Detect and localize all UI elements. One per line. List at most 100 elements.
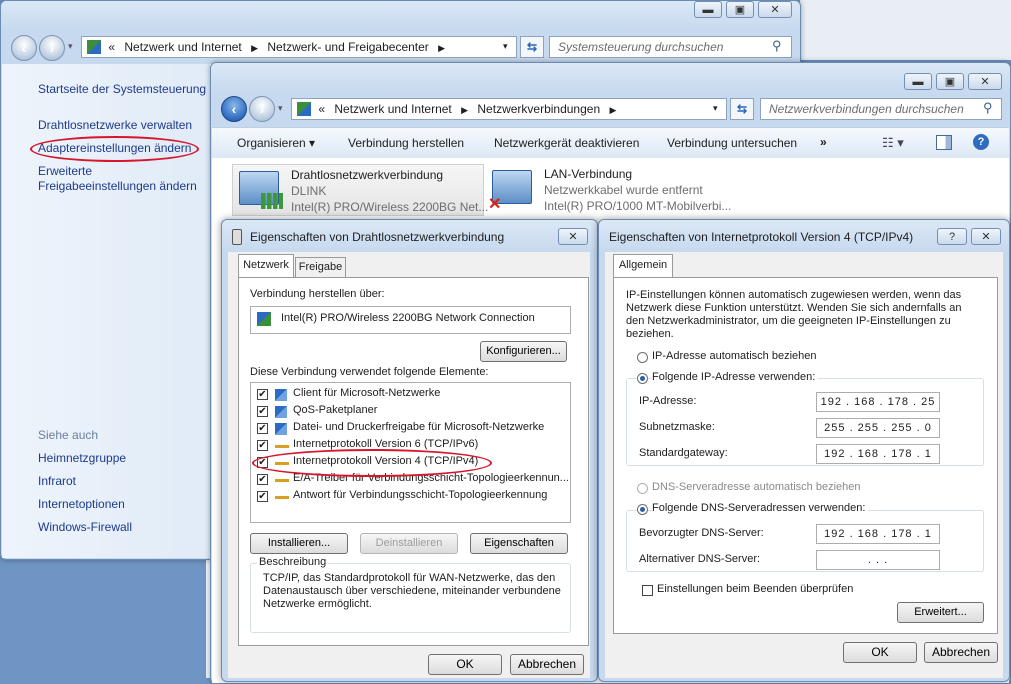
tab-network[interactable]: Netzwerk <box>238 254 294 278</box>
see-also-firewall[interactable]: Windows-Firewall <box>38 520 132 534</box>
list-item-label: Antwort für Verbindungsschicht-Topologie… <box>293 489 548 501</box>
qos-icon <box>275 406 287 418</box>
close-button[interactable]: ✕ <box>968 73 1002 90</box>
close-button[interactable]: ✕ <box>971 228 1001 245</box>
annotation-circle-ipv4 <box>252 449 492 477</box>
ok-button[interactable]: OK <box>428 654 502 675</box>
client-icon <box>275 389 287 401</box>
see-also-internet-options[interactable]: Internetoptionen <box>38 497 125 511</box>
chevron-down-icon[interactable]: ▾ <box>68 41 73 52</box>
dns-manual-radio[interactable] <box>637 504 648 515</box>
ipv4-properties-dialog: Eigenschaften von Internetprotokoll Vers… <box>598 219 1010 682</box>
address-dropdown-icon[interactable]: ▾ <box>503 41 508 52</box>
address-bar[interactable]: « Netzwerk und Internet ▶ Netzwerk- und … <box>81 36 517 58</box>
alternate-dns-label: Alternativer DNS-Server: <box>639 553 761 565</box>
properties-button[interactable]: Eigenschaften <box>470 533 568 554</box>
diagnose-button[interactable]: Verbindung untersuchen <box>667 136 797 150</box>
minimize-button[interactable]: ▬ <box>694 1 722 18</box>
sidebar-home-link[interactable]: Startseite der Systemsteuerung <box>38 82 206 96</box>
sidebar-wireless-link[interactable]: Drahtlosnetzwerke verwalten <box>38 118 192 132</box>
uninstall-button[interactable]: Deinstallieren <box>360 533 458 554</box>
ip-auto-radio[interactable] <box>637 352 648 363</box>
validate-checkbox[interactable] <box>642 585 653 596</box>
checkbox-checked[interactable]: ✔ <box>257 474 268 485</box>
back-button[interactable]: ‹ <box>11 35 37 61</box>
refresh-button[interactable]: ⇆ <box>730 98 754 120</box>
breadcrumb-network[interactable]: Netzwerk und Internet <box>124 40 241 54</box>
alternate-dns-field[interactable]: . . . <box>816 550 940 570</box>
breadcrumb-network[interactable]: Netzwerk und Internet <box>334 102 451 116</box>
list-item-label: QoS-Paketplaner <box>293 404 378 416</box>
search-input[interactable]: Systemsteuerung durchsuchen <box>549 36 792 58</box>
connect-button[interactable]: Verbindung herstellen <box>348 136 464 150</box>
see-also-homegroup[interactable]: Heimnetzgruppe <box>38 451 126 465</box>
search-icon[interactable]: ⚲ <box>772 38 782 54</box>
see-also-infrared[interactable]: Infrarot <box>38 474 76 488</box>
organize-menu[interactable]: Organisieren ▾ <box>237 136 315 150</box>
ip-address-field[interactable]: 192 . 168 . 178 . 25 <box>816 392 940 412</box>
protocol-icon <box>275 496 289 499</box>
breadcrumb-center[interactable]: Netzwerk- und Freigabecenter <box>267 40 428 54</box>
protocol-icon <box>275 479 289 482</box>
advanced-button[interactable]: Erweitert... <box>897 602 984 623</box>
connect-using-label: Verbindung herstellen über: <box>250 288 385 300</box>
refresh-button[interactable]: ⇆ <box>520 36 544 58</box>
tab-sharing[interactable]: Freigabe <box>295 257 346 277</box>
disable-device-button[interactable]: Netzwerkgerät deaktivieren <box>494 136 639 150</box>
breadcrumb-sep-icon: ▶ <box>609 105 617 115</box>
adapter-box: Intel(R) PRO/Wireless 2200BG Network Con… <box>250 306 571 334</box>
protocol-icon <box>275 445 289 448</box>
dialog-body: Allgemein IP-Einstellungen können automa… <box>605 252 1003 678</box>
validate-label[interactable]: Einstellungen beim Beenden überprüfen <box>657 583 853 595</box>
close-button[interactable]: ✕ <box>758 1 792 18</box>
address-dropdown-icon[interactable]: ▾ <box>713 103 718 114</box>
adapter-lan-device: Intel(R) PRO/1000 MT-Mobilverbi... <box>544 199 732 213</box>
install-button[interactable]: Installieren... <box>250 533 348 554</box>
configure-button[interactable]: Konfigurieren... <box>480 341 567 362</box>
forward-button[interactable]: › <box>39 35 65 61</box>
ip-manual-radio[interactable] <box>637 373 648 384</box>
sidebar-advanced-link-line2[interactable]: Freigabeeinstellungen ändern <box>38 179 197 193</box>
chevron-down-icon[interactable]: ▾ <box>278 103 283 114</box>
adapter-wlan[interactable]: Drahtlosnetzwerkverbindung DLINK Intel(R… <box>232 164 488 216</box>
dns-manual-label[interactable]: Folgende DNS-Serveradressen verwenden: <box>652 502 869 514</box>
command-bar: Organisieren ▾ Verbindung herstellen Net… <box>212 127 1009 159</box>
dns-auto-label[interactable]: DNS-Serveradresse automatisch beziehen <box>652 481 861 493</box>
help-icon[interactable]: ? <box>973 134 989 150</box>
dns-auto-radio[interactable] <box>637 483 648 494</box>
gateway-label: Standardgateway: <box>639 447 728 459</box>
items-label: Diese Verbindung verwendet folgende Elem… <box>250 366 489 378</box>
checkbox-checked[interactable]: ✔ <box>257 389 268 400</box>
address-bar[interactable]: « Netzwerk und Internet ▶ Netzwerkverbin… <box>291 98 727 120</box>
maximize-button[interactable]: ▣ <box>936 73 964 90</box>
checkbox-checked[interactable]: ✔ <box>257 491 268 502</box>
control-panel-icon <box>87 40 101 54</box>
sidebar-advanced-link-line1[interactable]: Erweiterte <box>38 164 92 178</box>
forward-button[interactable]: › <box>249 96 275 122</box>
minimize-button[interactable]: ▬ <box>904 73 932 90</box>
tab-general[interactable]: Allgemein <box>613 254 673 278</box>
breadcrumb-connections[interactable]: Netzwerkverbindungen <box>477 102 600 116</box>
checkbox-checked[interactable]: ✔ <box>257 406 268 417</box>
close-button[interactable]: ✕ <box>558 228 588 245</box>
view-options-icon[interactable]: ☷ ▾ <box>882 135 904 151</box>
ip-auto-label[interactable]: IP-Adresse automatisch beziehen <box>652 350 816 362</box>
gateway-field[interactable]: 192 . 168 . 178 . 1 <box>816 444 940 464</box>
preferred-dns-field[interactable]: 192 . 168 . 178 . 1 <box>816 524 940 544</box>
adapter-lan[interactable]: ✕ LAN-Verbindung Netzwerkkabel wurde ent… <box>488 164 748 214</box>
search-input[interactable]: Netzwerkverbindungen durchsuchen <box>760 98 1002 120</box>
back-button[interactable]: ‹ <box>221 96 247 122</box>
checkbox-checked[interactable]: ✔ <box>257 423 268 434</box>
cancel-button[interactable]: Abbrechen <box>924 642 998 663</box>
maximize-button[interactable]: ▣ <box>726 1 754 18</box>
subnet-mask-field[interactable]: 255 . 255 . 255 . 0 <box>816 418 940 438</box>
ok-button[interactable]: OK <box>843 642 917 663</box>
cancel-button[interactable]: Abbrechen <box>510 654 584 675</box>
search-icon[interactable]: ⚲ <box>983 100 993 116</box>
tab-pane: IP-Einstellungen können automatisch zuge… <box>613 277 998 634</box>
checkbox-checked[interactable]: ✔ <box>257 440 268 451</box>
more-commands-button[interactable]: » <box>820 135 827 149</box>
ip-manual-label[interactable]: Folgende IP-Adresse verwenden: <box>652 371 819 383</box>
help-button[interactable]: ? <box>937 228 967 245</box>
preview-pane-icon[interactable] <box>936 135 952 150</box>
